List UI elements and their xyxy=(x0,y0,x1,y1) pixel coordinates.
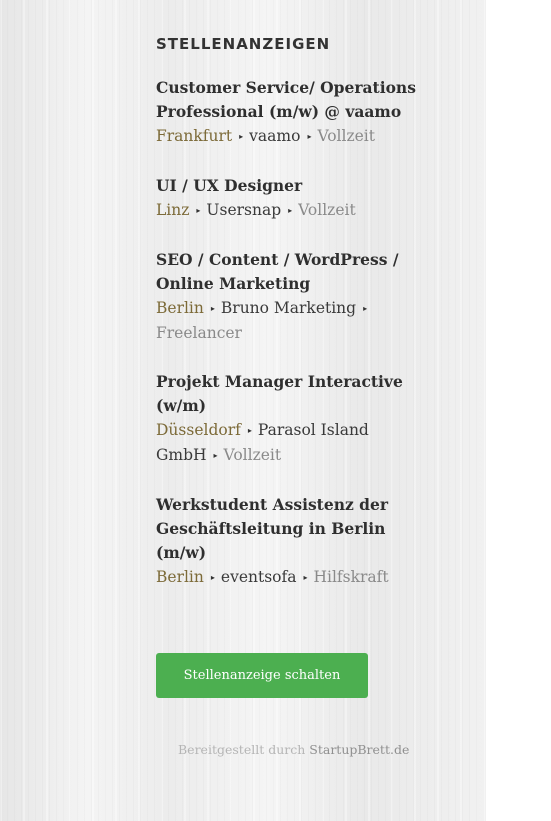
job-title-link[interactable]: Projekt Manager Interactive (w/m) xyxy=(156,370,416,418)
job-listing: SEO / Content / WordPress / Online Marke… xyxy=(156,248,416,345)
separator-icon: ▸ xyxy=(303,573,308,582)
job-meta: Frankfurt ▸ vaamo ▸ Vollzeit xyxy=(156,124,416,149)
credit-line: Bereitgestellt durch StartupBrett.de xyxy=(178,742,409,757)
job-location: Berlin xyxy=(156,568,204,586)
separator-icon: ▸ xyxy=(247,426,252,435)
job-listing: UI / UX Designer Linz ▸ Usersnap ▸ Vollzeit xyxy=(156,174,416,223)
job-title-link[interactable]: Werkstudent Assistenz der Geschäftsleitu… xyxy=(156,493,416,565)
job-meta: Linz ▸ Usersnap ▸ Vollzeit xyxy=(156,198,416,223)
job-location: Düsseldorf xyxy=(156,421,241,439)
job-location: Frankfurt xyxy=(156,127,233,145)
job-listing: Werkstudent Assistenz der Geschäftsleitu… xyxy=(156,493,416,590)
job-type: Freelancer xyxy=(156,324,242,342)
job-meta: Berlin ▸ Bruno Marketing ▸ Freelancer xyxy=(156,296,416,345)
separator-icon: ▸ xyxy=(213,451,218,460)
credit-prefix: Bereitgestellt durch xyxy=(178,742,306,757)
job-listings-widget: STELLENANZEIGEN Customer Service/ Operat… xyxy=(156,34,416,615)
separator-icon: ▸ xyxy=(210,573,215,582)
job-type: Hilfskraft xyxy=(313,568,389,586)
job-location: Linz xyxy=(156,201,190,219)
separator-icon: ▸ xyxy=(363,304,368,313)
job-company: eventsofa xyxy=(220,568,297,586)
job-listing: Projekt Manager Interactive (w/m) Düssel… xyxy=(156,370,416,468)
job-location: Berlin xyxy=(156,299,204,317)
page-margin xyxy=(486,0,551,821)
job-title-link[interactable]: SEO / Content / WordPress / Online Marke… xyxy=(156,248,416,296)
job-title-link[interactable]: Customer Service/ Operations Professiona… xyxy=(156,76,416,124)
job-title-link[interactable]: UI / UX Designer xyxy=(156,174,416,198)
job-meta: Düsseldorf ▸ Parasol Island GmbH ▸ Vollzeit xyxy=(156,418,416,468)
job-company: Bruno Marketing xyxy=(220,299,357,317)
job-company: vaamo xyxy=(249,127,301,145)
separator-icon: ▸ xyxy=(239,132,244,141)
post-job-button[interactable]: Stellenanzeige schalten xyxy=(156,653,368,698)
job-type: Vollzeit xyxy=(298,201,356,219)
job-listing: Customer Service/ Operations Professiona… xyxy=(156,76,416,149)
separator-icon: ▸ xyxy=(288,206,293,215)
credit-link[interactable]: StartupBrett.de xyxy=(309,742,409,757)
separator-icon: ▸ xyxy=(210,304,215,313)
job-type: Vollzeit xyxy=(223,446,282,464)
widget-title: STELLENANZEIGEN xyxy=(156,35,331,53)
separator-icon: ▸ xyxy=(307,132,312,141)
job-company: Usersnap xyxy=(206,201,282,219)
job-type: Vollzeit xyxy=(317,127,375,145)
job-meta: Berlin ▸ eventsofa ▸ Hilfskraft xyxy=(156,565,416,590)
separator-icon: ▸ xyxy=(196,206,201,215)
